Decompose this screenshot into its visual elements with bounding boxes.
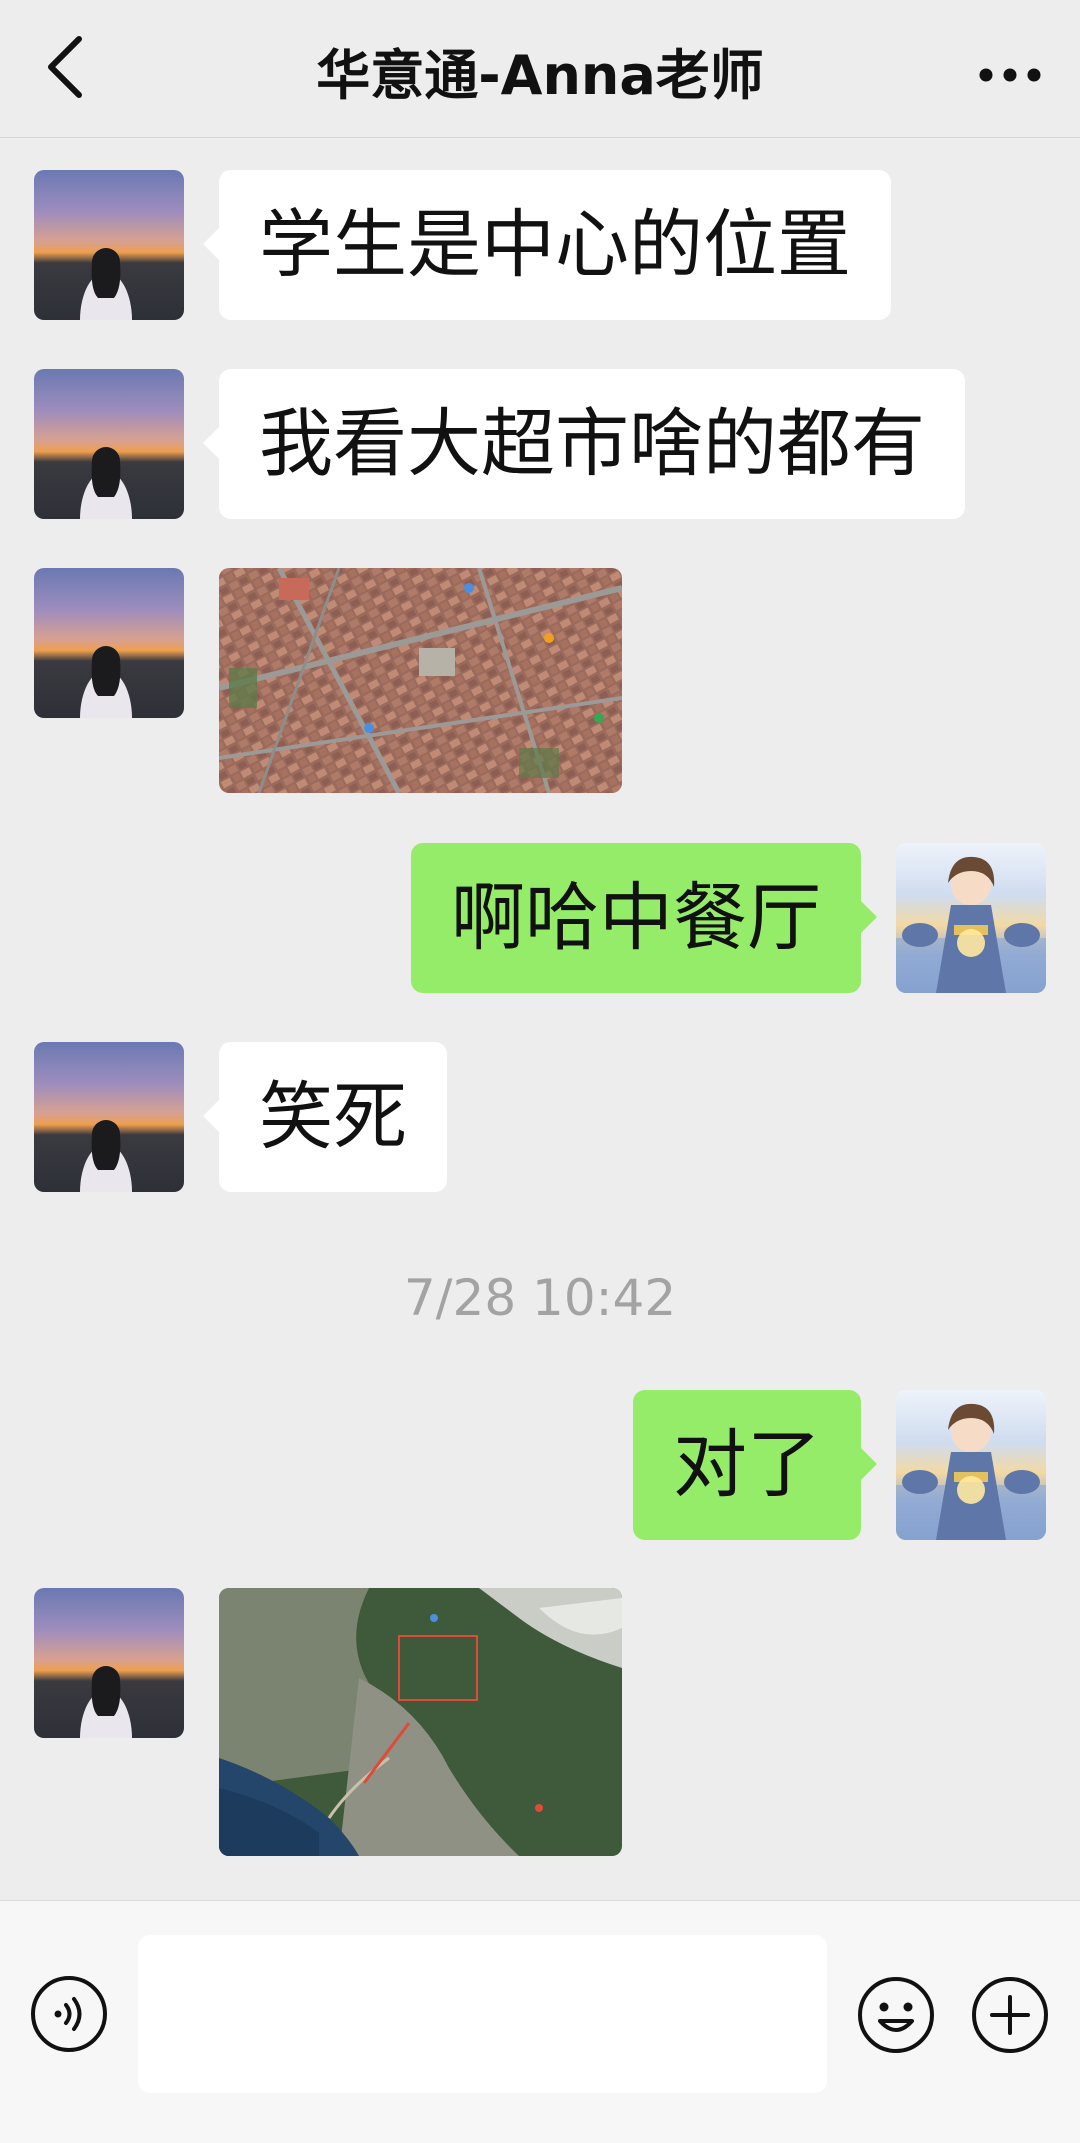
message-bubble[interactable]: 笑死 bbox=[203, 1042, 447, 1192]
message-row bbox=[0, 1588, 1080, 1856]
message-row: 啊哈中餐厅 bbox=[0, 843, 1080, 993]
my-avatar[interactable] bbox=[896, 843, 1046, 993]
message-timestamp: 7/28 10:42 bbox=[403, 1269, 677, 1327]
message-bubble[interactable]: 啊哈中餐厅 bbox=[411, 843, 877, 993]
my-avatar[interactable] bbox=[896, 1390, 1046, 1540]
ellipsis-icon bbox=[979, 68, 1041, 82]
contact-avatar[interactable] bbox=[34, 568, 184, 718]
message-row: 我看大超市啥的都有 bbox=[0, 369, 1080, 519]
image-message[interactable] bbox=[219, 1588, 622, 1856]
input-bar bbox=[0, 1900, 1080, 2143]
voice-icon bbox=[31, 1976, 107, 2052]
plus-icon bbox=[972, 1977, 1048, 2053]
avatar-image bbox=[896, 1403, 1046, 1540]
message-bubble[interactable]: 我看大超市啥的都有 bbox=[203, 369, 965, 519]
image-message[interactable] bbox=[219, 568, 622, 793]
avatar-image bbox=[896, 856, 1046, 993]
more-button[interactable] bbox=[970, 40, 1050, 110]
emoji-button[interactable] bbox=[856, 1975, 936, 2055]
message-list[interactable]: 学生是中心的位置 我看大超市啥的都有 啊哈中餐厅 笑死 7/28 10:42 对… bbox=[0, 138, 1080, 1900]
contact-avatar[interactable] bbox=[34, 369, 184, 519]
avatar-image bbox=[80, 646, 132, 718]
message-row: 对了 bbox=[0, 1390, 1080, 1540]
message-input[interactable] bbox=[138, 1935, 827, 2093]
plus-button[interactable] bbox=[970, 1975, 1050, 2055]
chat-title: 华意通-Anna老师 bbox=[316, 44, 764, 107]
contact-avatar[interactable] bbox=[34, 1042, 184, 1192]
avatar-image bbox=[80, 248, 132, 320]
message-bubble[interactable]: 学生是中心的位置 bbox=[203, 170, 891, 320]
voice-button[interactable] bbox=[30, 1975, 108, 2053]
message-row: 学生是中心的位置 bbox=[0, 170, 1080, 320]
message-row bbox=[0, 568, 1080, 793]
message-bubble[interactable]: 对了 bbox=[633, 1390, 877, 1540]
avatar-image bbox=[80, 1120, 132, 1192]
contact-avatar[interactable] bbox=[34, 1588, 184, 1738]
chat-header: 华意通-Anna老师 bbox=[0, 0, 1080, 138]
emoji-icon bbox=[858, 1977, 934, 2053]
avatar-image bbox=[80, 1666, 132, 1738]
avatar-image bbox=[80, 447, 132, 519]
message-row: 笑死 bbox=[0, 1042, 1080, 1192]
coastal-satellite-map bbox=[219, 1588, 622, 1856]
contact-avatar[interactable] bbox=[34, 170, 184, 320]
aerial-city-map bbox=[219, 568, 622, 793]
